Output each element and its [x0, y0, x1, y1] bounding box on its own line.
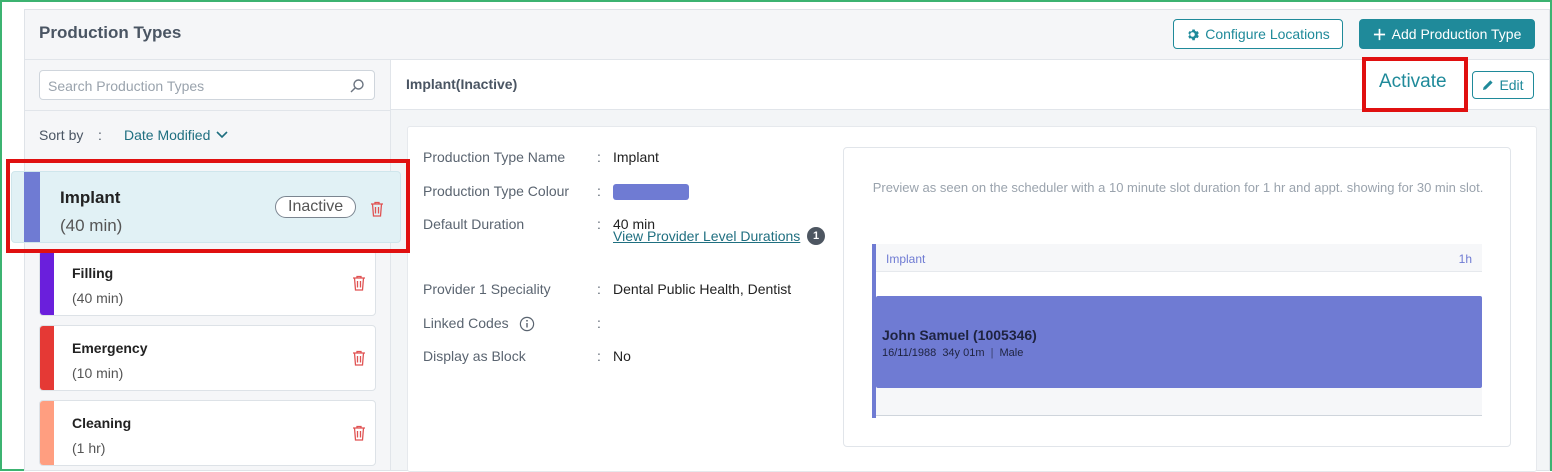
- field-colon: :: [597, 149, 601, 165]
- configure-locations-label: Configure Locations: [1205, 26, 1330, 42]
- trash-icon[interactable]: [352, 350, 366, 366]
- item-duration: (10 min): [72, 365, 124, 381]
- item-name: Filling: [72, 265, 114, 281]
- detail-title: Implant(Inactive): [406, 76, 518, 92]
- sort-colon: :: [98, 127, 102, 143]
- gear-icon: [1188, 28, 1200, 40]
- field-label: Production Type Name: [423, 149, 566, 165]
- trash-icon[interactable]: [352, 425, 366, 441]
- patient-age: 34y 01m: [942, 347, 985, 359]
- sort-value: Date Modified: [124, 127, 211, 143]
- add-production-type-label: Add Production Type: [1391, 26, 1522, 42]
- field-value: Dental Public Health, Dentist: [613, 281, 792, 297]
- view-provider-durations-link[interactable]: View Provider Level Durations: [613, 228, 800, 244]
- field-value: Implant: [613, 149, 659, 165]
- scheduler-preview: Preview as seen on the scheduler with a …: [843, 147, 1511, 447]
- app-frame: Production Types Configure Locations Add…: [0, 0, 1552, 472]
- field-colon: :: [597, 183, 601, 199]
- production-types-panel: Production Types Configure Locations Add…: [11, 9, 1550, 472]
- production-type-item-emergency[interactable]: Emergency (10 min): [39, 325, 376, 391]
- field-label: Linked Codes: [423, 315, 603, 332]
- patient-sex: Male: [999, 347, 1024, 359]
- field-label: Production Type Colour: [423, 183, 570, 199]
- linked-codes-label: Linked Codes: [423, 315, 509, 331]
- trash-icon[interactable]: [370, 201, 384, 217]
- field-colon: :: [597, 216, 601, 232]
- preview-description: Preview as seen on the scheduler with a …: [872, 180, 1484, 195]
- search-box: [39, 70, 375, 100]
- info-icon[interactable]: [519, 316, 535, 332]
- item-name: Implant: [60, 188, 121, 207]
- field-label: Provider 1 Speciality: [423, 281, 551, 297]
- search-icon[interactable]: [349, 78, 365, 94]
- appointment-block: John Samuel (1005346) 16/11/1988 34y 01m…: [876, 296, 1482, 388]
- configure-locations-button[interactable]: Configure Locations: [1173, 19, 1343, 49]
- status-badge: Inactive: [275, 196, 357, 218]
- item-duration: (40 min): [60, 216, 123, 235]
- edit-label: Edit: [1499, 77, 1524, 93]
- pencil-icon: [1483, 80, 1494, 90]
- trash-icon[interactable]: [352, 275, 366, 291]
- production-type-item-cleaning[interactable]: Cleaning (1 hr): [39, 400, 376, 466]
- patient-meta: 16/11/1988 34y 01m | Male: [882, 347, 1023, 359]
- scheduler-slot: [876, 388, 1482, 416]
- color-bar: [40, 401, 54, 465]
- add-production-type-button[interactable]: Add Production Type: [1359, 19, 1535, 49]
- detail-header: Implant(Inactive) Activate Edit: [391, 60, 1549, 110]
- plus-icon: [1373, 28, 1385, 40]
- color-bar: [24, 172, 40, 242]
- item-name: Emergency: [72, 340, 148, 356]
- colour-swatch: [613, 183, 689, 201]
- detail-body: Production Type Name : Implant Productio…: [407, 126, 1537, 472]
- sidebar-divider: [25, 110, 390, 111]
- field-value: No: [613, 348, 631, 364]
- patient-name: John Samuel (1005346): [882, 327, 1037, 343]
- sort-dropdown[interactable]: Date Modified: [124, 127, 228, 143]
- meta-divider: |: [990, 347, 994, 359]
- field-label: Default Duration: [423, 216, 525, 232]
- field-label: Display as Block: [423, 348, 526, 364]
- slot-duration: 1h: [1458, 252, 1472, 266]
- field-colon: :: [597, 348, 601, 364]
- field-colon: :: [597, 281, 601, 297]
- item-duration: (1 hr): [72, 440, 106, 456]
- edit-button[interactable]: Edit: [1472, 71, 1534, 99]
- color-bar: [40, 251, 54, 315]
- production-type-item-filling[interactable]: Filling (40 min): [39, 250, 376, 316]
- provider-count-badge: 1: [807, 227, 825, 245]
- page-title: Production Types: [39, 23, 182, 42]
- field-colon: :: [597, 315, 601, 331]
- sort-label: Sort by: [39, 127, 84, 143]
- production-type-sidebar: Sort by : Date Modified Implant (40 min)…: [11, 60, 401, 470]
- chevron-down-icon: [216, 131, 228, 139]
- scheduler-slot-header: Implant 1h: [876, 244, 1482, 272]
- scheduler-slot: [876, 272, 1482, 296]
- item-duration: (40 min): [72, 290, 124, 306]
- search-input[interactable]: [48, 76, 338, 96]
- patient-dob: 16/11/1988: [882, 347, 937, 359]
- color-bar: [40, 326, 54, 390]
- activate-button[interactable]: Activate: [1379, 71, 1447, 93]
- panel-header: Production Types Configure Locations Add…: [25, 10, 1549, 60]
- slot-label: Implant: [886, 252, 926, 266]
- item-name: Cleaning: [72, 415, 132, 431]
- scheduler-preview-block: Implant 1h John Samuel (1005346) 16/11/1…: [872, 244, 1482, 418]
- production-type-item-implant[interactable]: Implant (40 min) Inactive: [11, 171, 401, 243]
